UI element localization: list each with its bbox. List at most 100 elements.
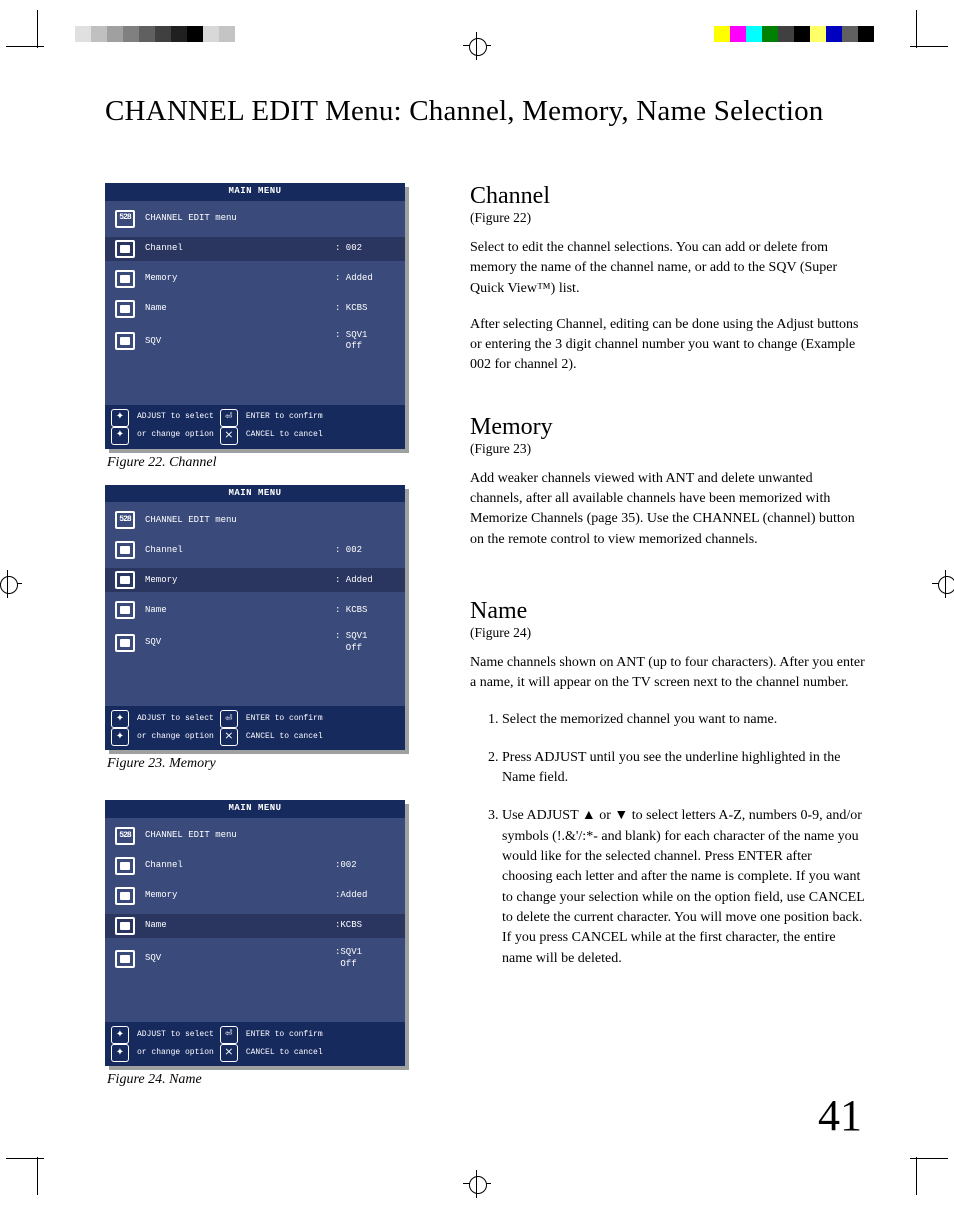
osd-value: : KCBS: [335, 303, 395, 315]
osd-row-memory: Memory: Added: [105, 568, 405, 592]
osd-row-name: Name : KCBS: [105, 297, 405, 321]
hint-cancel-text: CANCEL to cancel: [246, 1048, 323, 1058]
hint-adjust-text: ADJUST to select: [137, 1030, 214, 1040]
tv-icon: [115, 917, 135, 935]
hint-adjust-text: ADJUST to select: [137, 412, 214, 422]
hint-enter-text: ENTER to confirm: [246, 412, 323, 422]
osd-label: Name: [145, 920, 215, 932]
osd-subhead: CHANNEL EDIT menu: [145, 213, 237, 225]
osd-label: Memory: [145, 273, 215, 285]
tv-icon: [115, 950, 135, 968]
hint-change-text: or change option: [137, 430, 214, 440]
figure-ref: (Figure 24): [470, 625, 865, 641]
osd-label: Name: [145, 303, 215, 315]
osd-label: SQV: [145, 637, 215, 649]
trim-mark: [6, 1158, 44, 1159]
osd-row-name: Name :KCBS: [105, 914, 405, 938]
figure-caption: Figure 23. Memory: [107, 756, 420, 772]
tv-icon: [115, 541, 135, 559]
osd-screenshot: MAIN MENU 528 CHANNEL EDIT menu Channel : 00…: [105, 183, 405, 449]
trim-mark: [916, 1157, 917, 1195]
figure-caption: Figure 24. Name: [107, 1072, 420, 1088]
hint-cancel-text: CANCEL to cancel: [246, 732, 323, 742]
hint-cancel-text: CANCEL to cancel: [246, 430, 323, 440]
osd-row-sqv: SQV:SQV1 Off: [105, 944, 405, 973]
hint-adjust-icon: [111, 409, 129, 427]
hint-enter-icon: [220, 409, 238, 427]
registration-mark: [0, 570, 22, 598]
trim-mark: [910, 46, 948, 47]
tv-icon: [115, 240, 135, 258]
hint-change-text: or change option: [137, 1048, 214, 1058]
osd-row-channel: Channel :002: [105, 854, 405, 878]
osd-label: Memory: [145, 575, 215, 587]
hint-enter-text: ENTER to confirm: [246, 1030, 323, 1040]
page-title: CHANNEL EDIT Menu: Channel, Memory, Name…: [105, 95, 865, 128]
steps-list: Select the memorized channel you want to…: [470, 710, 865, 969]
trim-mark: [910, 1158, 948, 1159]
colorbar-right: [714, 26, 874, 42]
osd-value: :KCBS: [335, 920, 395, 932]
section-heading-name: Name: [470, 598, 865, 625]
osd-label: SQV: [145, 336, 215, 348]
osd-row-sqv: SQV: SQV1 Off: [105, 628, 405, 657]
step-item: Select the memorized channel you want to…: [502, 710, 865, 730]
body-text: After selecting Channel, editing can be …: [470, 315, 865, 376]
section-heading-channel: Channel: [470, 183, 865, 210]
osd-title: MAIN MENU: [105, 183, 405, 201]
tv-icon: [115, 857, 135, 875]
osd-value: :002: [335, 860, 395, 872]
osd-label: Channel: [145, 243, 215, 255]
osd-value: :Added: [335, 890, 395, 902]
osd-subhead: CHANNEL EDIT menu: [145, 515, 237, 527]
trim-mark: [37, 1157, 38, 1195]
osd-value: : 002: [335, 243, 395, 255]
colorbar-left: [75, 26, 235, 42]
hint-enter-text: ENTER to confirm: [246, 714, 323, 724]
osd-row-memory: Memory :Added: [105, 884, 405, 908]
osd-label: Name: [145, 605, 215, 617]
osd-row-channel: Channel : 002: [105, 237, 405, 261]
osd-subhead: CHANNEL EDIT menu: [145, 830, 237, 842]
hint-change-icon: [111, 427, 129, 445]
registration-mark: [463, 32, 491, 60]
hint-change-icon: [111, 1044, 129, 1062]
hint-adjust-icon: [111, 710, 129, 728]
hint-change-text: or change option: [137, 732, 214, 742]
tv-icon: [115, 887, 135, 905]
osd-value: : SQV1 Off: [335, 330, 395, 353]
osd-label: SQV: [145, 953, 215, 965]
trim-mark: [37, 10, 38, 48]
osd-title: MAIN MENU: [105, 485, 405, 503]
hint-cancel-icon: [220, 1044, 238, 1062]
osd-row-name: Name: KCBS: [105, 598, 405, 622]
osd-value: : 002: [335, 545, 395, 557]
osd-label: Channel: [145, 860, 215, 872]
osd-label: Memory: [145, 890, 215, 902]
trim-mark: [6, 46, 44, 47]
figure-ref: (Figure 23): [470, 441, 865, 457]
osd-row-header: 528 CHANNEL EDIT menu: [105, 207, 405, 231]
osd-row-sqv: SQV : SQV1 Off: [105, 327, 405, 356]
osd-hint-bar: ADJUST to select ENTER to confirm or chang…: [105, 405, 405, 449]
osd-row-header: 528CHANNEL EDIT menu: [105, 824, 405, 848]
step-item: Press ADJUST until you see the underline…: [502, 748, 865, 789]
osd-row-header: 528CHANNEL EDIT menu: [105, 508, 405, 532]
menu-icon: 528: [115, 210, 135, 228]
tv-icon: [115, 571, 135, 589]
body-text: Name channels shown on ANT (up to four c…: [470, 653, 865, 694]
trim-mark: [916, 10, 917, 48]
registration-mark: [463, 1170, 491, 1198]
page-number: 41: [818, 1090, 862, 1141]
osd-row-memory: Memory: Added: [105, 267, 405, 291]
tv-icon: [115, 634, 135, 652]
hint-adjust-text: ADJUST to select: [137, 714, 214, 724]
body-text: Add weaker channels viewed with ANT and …: [470, 469, 865, 550]
hint-adjust-icon: [111, 1026, 129, 1044]
tv-icon: [115, 270, 135, 288]
tv-icon: [115, 332, 135, 350]
body-text: Select to edit the channel selections. Y…: [470, 238, 865, 299]
hint-enter-icon: [220, 1026, 238, 1044]
hint-cancel-icon: [220, 427, 238, 445]
figure-caption: Figure 22. Channel: [107, 455, 420, 471]
